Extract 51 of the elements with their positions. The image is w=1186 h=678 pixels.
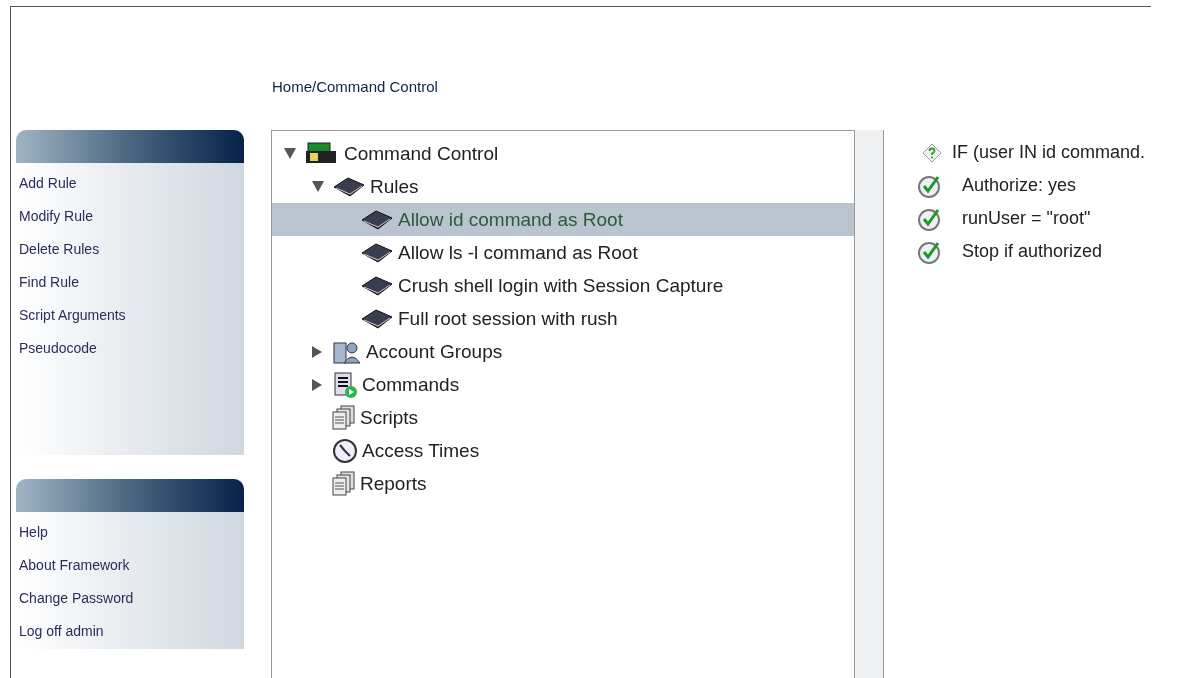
tree-label: Full root session with rush	[398, 307, 618, 330]
tree-row[interactable]: Account Groups	[272, 335, 854, 368]
clock-icon	[332, 437, 358, 464]
tree-row[interactable]: Full root session with rush	[272, 302, 854, 335]
tree-label: Access Times	[362, 439, 480, 462]
sidebar-link[interactable]: Modify Rule	[16, 196, 244, 229]
sidebar-link[interactable]: Pseudocode	[16, 328, 244, 361]
question-diamond-icon	[922, 142, 942, 163]
rule-statement: runUser = "root"	[962, 208, 1091, 229]
documents-icon	[332, 404, 356, 431]
tree-label: Allow ls -l command as Root	[398, 241, 638, 264]
tree-label: Account Groups	[366, 340, 503, 363]
sidebar-link[interactable]: Script Arguments	[16, 295, 244, 328]
tree-row[interactable]: Rules	[272, 170, 854, 203]
tree-label: Reports	[360, 472, 427, 495]
sidebar-link[interactable]: Find Rule	[16, 262, 244, 295]
sidebar-link[interactable]: About Framework	[16, 545, 244, 578]
rule-statement: IF (user IN id command.	[952, 142, 1146, 163]
expanded-arrow-icon[interactable]	[284, 148, 296, 159]
tree-label: Crush shell login with Session Capture	[398, 274, 724, 297]
tree-row[interactable]: Commands	[272, 368, 854, 401]
rule-statement: Stop if authorized	[962, 241, 1103, 262]
sidebar-link[interactable]: Log off admin	[16, 611, 244, 644]
tree-label: Allow id command as Root	[398, 208, 623, 231]
book-icon	[360, 208, 394, 231]
book-icon	[360, 307, 394, 330]
tree-row[interactable]: Allow id command as Root	[272, 203, 854, 236]
breadcrumb: Home/Command Control	[272, 78, 438, 95]
sidebar-link[interactable]: Change Password	[16, 578, 244, 611]
collapsed-arrow-icon[interactable]	[312, 378, 322, 391]
sidebar-link[interactable]: Help	[16, 512, 244, 545]
tree-row[interactable]: Allow ls -l command as Root	[272, 236, 854, 269]
sidebar-link[interactable]: Add Rule	[16, 163, 244, 196]
book-icon	[360, 274, 394, 297]
tree-label: Command Control	[344, 142, 499, 165]
tree-row[interactable]: Scripts	[272, 401, 854, 434]
expanded-arrow-icon[interactable]	[312, 181, 324, 192]
book-icon	[360, 241, 394, 264]
collapsed-arrow-icon[interactable]	[312, 345, 322, 358]
tree-label: Scripts	[360, 406, 419, 429]
sidebar-link[interactable]: Delete Rules	[16, 229, 244, 262]
book-icon	[332, 175, 366, 198]
tree-row[interactable]: Reports	[272, 467, 854, 500]
tree-label: Commands	[362, 373, 460, 396]
tree-label: Rules	[370, 175, 419, 198]
tree-row[interactable]: Crush shell login with Session Capture	[272, 269, 854, 302]
documents-icon	[332, 470, 356, 497]
rule-statement: Authorize: yes	[962, 175, 1077, 196]
document-play-icon	[332, 370, 358, 399]
tree-row[interactable]: Command Control	[272, 137, 854, 170]
tree-row[interactable]: Access Times	[272, 434, 854, 467]
